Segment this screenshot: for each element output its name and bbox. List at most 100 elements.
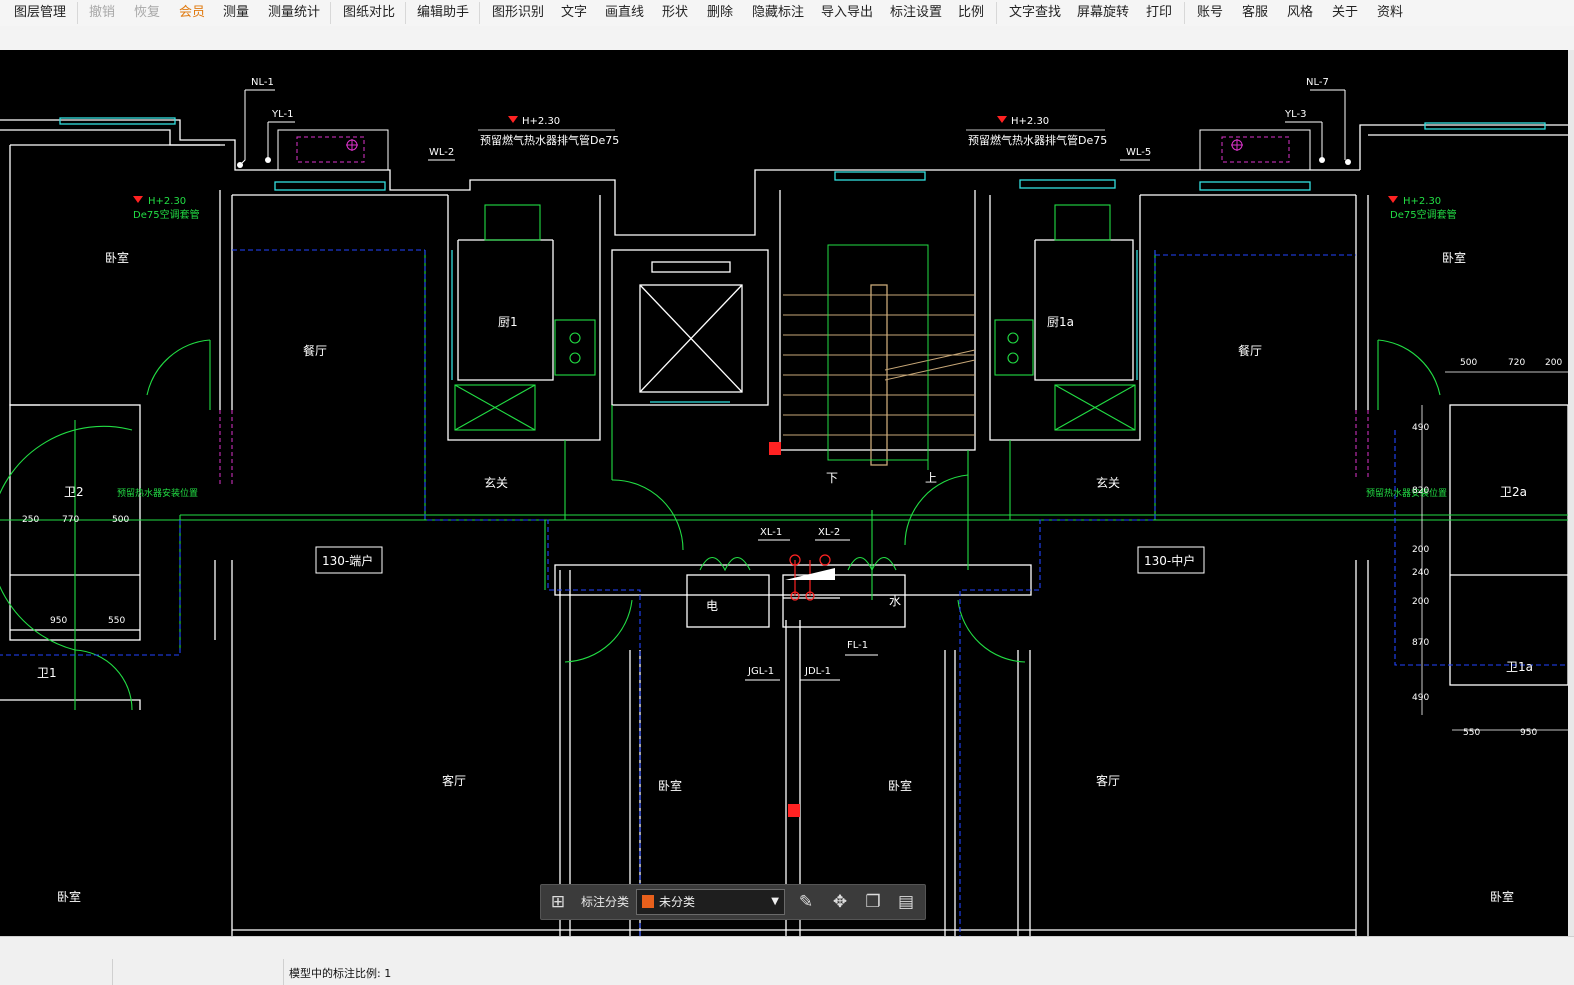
dimension-text: 500 bbox=[1460, 358, 1477, 368]
pipe-label: XL-2 bbox=[818, 527, 840, 538]
elevation-note: H+2.30 bbox=[522, 116, 560, 127]
grid-icon[interactable]: ⊞ bbox=[546, 890, 570, 914]
toolbar-separator bbox=[1184, 2, 1185, 24]
gas-note: 预留燃气热水器排气管De75 bbox=[480, 133, 619, 147]
room-label: 卫1 bbox=[37, 666, 57, 680]
room-label: 玄关 bbox=[484, 475, 508, 490]
toolbar-measure[interactable]: 测量 bbox=[223, 0, 249, 26]
room-label: 餐厅 bbox=[1238, 343, 1262, 358]
pipe-label: WL-5 bbox=[1126, 147, 1151, 158]
vertical-scrollbar[interactable] bbox=[1568, 50, 1574, 936]
toolbar-redo[interactable]: 恢复 bbox=[134, 0, 160, 26]
ac-outlines bbox=[219, 136, 1369, 485]
toolbar-drawing-compare[interactable]: 图纸对比 bbox=[343, 0, 395, 26]
pipe-label: NL-1 bbox=[251, 77, 274, 88]
dimension-text: 200 bbox=[1545, 358, 1562, 368]
unit-label: 130-中户 bbox=[1144, 553, 1195, 568]
status-cell bbox=[113, 959, 284, 985]
room-label: 卧室 bbox=[57, 889, 81, 904]
cad-canvas[interactable]: 卧室 餐厅 厨1 厨1a 餐厅 卧室 卫2 卫2a 玄关 玄关 卫1 卫1a 客… bbox=[0, 50, 1568, 936]
pipe-label: YL-3 bbox=[1284, 109, 1306, 120]
room-label: 卧室 bbox=[1442, 250, 1466, 265]
room-label: 厨1a bbox=[1047, 315, 1074, 329]
status-bar: 模型中的标注比例: 1 bbox=[0, 936, 1574, 985]
pipe-label: XL-1 bbox=[760, 527, 782, 538]
green-note: De75空调套管 bbox=[133, 208, 200, 221]
dimension-text: 550 bbox=[1463, 728, 1480, 738]
annotation-category-select[interactable]: 未分类 ▼ bbox=[636, 889, 785, 915]
toolbar-separator bbox=[479, 2, 480, 24]
room-label: 客厅 bbox=[1096, 773, 1120, 788]
toolbar-import-export[interactable]: 导入导出 bbox=[821, 0, 873, 26]
room-label: 卧室 bbox=[1490, 889, 1514, 904]
dimension-text: 770 bbox=[62, 515, 79, 525]
toolbar-delete[interactable]: 删除 bbox=[707, 0, 733, 26]
dimension-text: 200 bbox=[1412, 545, 1429, 555]
edit-icon[interactable]: ✎ bbox=[794, 890, 818, 914]
stair-label: 上 bbox=[925, 471, 937, 485]
toolbar-resources[interactable]: 资料 bbox=[1377, 0, 1403, 26]
toolbar-scale[interactable]: 比例 bbox=[958, 0, 984, 26]
annotation-scale-status: 模型中的标注比例: 1 bbox=[289, 967, 392, 980]
toolbar-customer-service[interactable]: 客服 bbox=[1242, 0, 1268, 26]
floor-plan-drawing: 卧室 餐厅 厨1 厨1a 餐厅 卧室 卫2 卫2a 玄关 玄关 卫1 卫1a 客… bbox=[0, 77, 1568, 936]
dimension-text: 490 bbox=[1412, 693, 1429, 703]
gas-note: 预留燃气热水器排气管De75 bbox=[968, 133, 1107, 147]
toolbar-separator bbox=[330, 2, 331, 24]
toolbar-shape-recognize[interactable]: 图形识别 bbox=[492, 0, 544, 26]
toolbar-screen-rotate[interactable]: 屏幕旋转 bbox=[1077, 0, 1129, 26]
annotation-category-label: 标注分类 bbox=[581, 895, 630, 909]
red-marker bbox=[788, 804, 800, 817]
room-label: 卫2a bbox=[1500, 485, 1527, 499]
toolbar-undo[interactable]: 撤销 bbox=[89, 0, 115, 26]
copy-icon[interactable]: ❐ bbox=[861, 890, 885, 914]
blue-dashed-lines bbox=[0, 249, 1568, 936]
pipe-label: JGL-1 bbox=[747, 666, 774, 677]
toolbar-shape[interactable]: 形状 bbox=[662, 0, 688, 26]
status-cell bbox=[0, 959, 113, 985]
pipe-label: YL-1 bbox=[271, 109, 293, 120]
green-note: De75空调套管 bbox=[1390, 208, 1457, 221]
dimension-text: 200 bbox=[1412, 597, 1429, 607]
toolbar-edit-assistant[interactable]: 编辑助手 bbox=[417, 0, 469, 26]
toolbar-annotation-settings[interactable]: 标注设置 bbox=[890, 0, 942, 26]
toolbar-layer-manager[interactable]: 图层管理 bbox=[14, 0, 66, 26]
pipe-label: JDL-1 bbox=[804, 666, 831, 677]
annotation-floating-bar: ⊞ 标注分类 未分类 ▼ ✎ ✥ ❐ ▤ bbox=[540, 884, 926, 920]
paste-icon[interactable]: ▤ bbox=[894, 890, 918, 914]
toolbar-draw-line[interactable]: 画直线 bbox=[605, 0, 644, 26]
room-label: 卧室 bbox=[105, 250, 129, 265]
room-label: 厨1 bbox=[498, 315, 518, 329]
green-lines bbox=[0, 204, 1568, 711]
toolbar-vip[interactable]: 会员 bbox=[179, 0, 205, 26]
move-icon[interactable]: ✥ bbox=[828, 890, 852, 914]
dimension-text: 250 bbox=[22, 515, 39, 525]
unit-label: 130-端户 bbox=[322, 553, 373, 568]
toolbar-about[interactable]: 关于 bbox=[1332, 0, 1358, 26]
toolbar-text-search[interactable]: 文字查找 bbox=[1009, 0, 1061, 26]
toolbar-separator bbox=[996, 2, 997, 24]
dimension-text: 720 bbox=[1508, 358, 1525, 368]
dimension-text: 870 bbox=[1412, 638, 1429, 648]
toolbar-print[interactable]: 打印 bbox=[1146, 0, 1172, 26]
toolbar-hide-annotation[interactable]: 隐藏标注 bbox=[752, 0, 804, 26]
room-label: 玄关 bbox=[1096, 475, 1120, 490]
elevation-note: H+2.30 bbox=[1011, 116, 1049, 127]
room-label: 餐厅 bbox=[303, 343, 327, 358]
red-marker bbox=[769, 442, 781, 455]
main-toolbar: 图层管理 撤销 恢复 会员 测量 测量统计 图纸对比 编辑助手 图形识别 文字 … bbox=[0, 0, 1574, 26]
walls bbox=[0, 119, 1568, 936]
toolbar-account[interactable]: 账号 bbox=[1197, 0, 1223, 26]
dimension-text: 490 bbox=[1412, 423, 1429, 433]
dimension-lines bbox=[1421, 371, 1568, 731]
dimension-text: 950 bbox=[50, 616, 67, 626]
stair-label: 下 bbox=[826, 471, 838, 485]
pipe-dots bbox=[237, 157, 1351, 168]
toolbar-style[interactable]: 风格 bbox=[1287, 0, 1313, 26]
dimension-text: 550 bbox=[108, 616, 125, 626]
toolbar-measure-stats[interactable]: 测量统计 bbox=[268, 0, 320, 26]
dimension-text: 500 bbox=[112, 515, 129, 525]
toolbar-text[interactable]: 文字 bbox=[561, 0, 587, 26]
elevation-note: H+2.30 bbox=[1403, 196, 1441, 207]
chevron-down-icon: ▼ bbox=[771, 896, 779, 907]
